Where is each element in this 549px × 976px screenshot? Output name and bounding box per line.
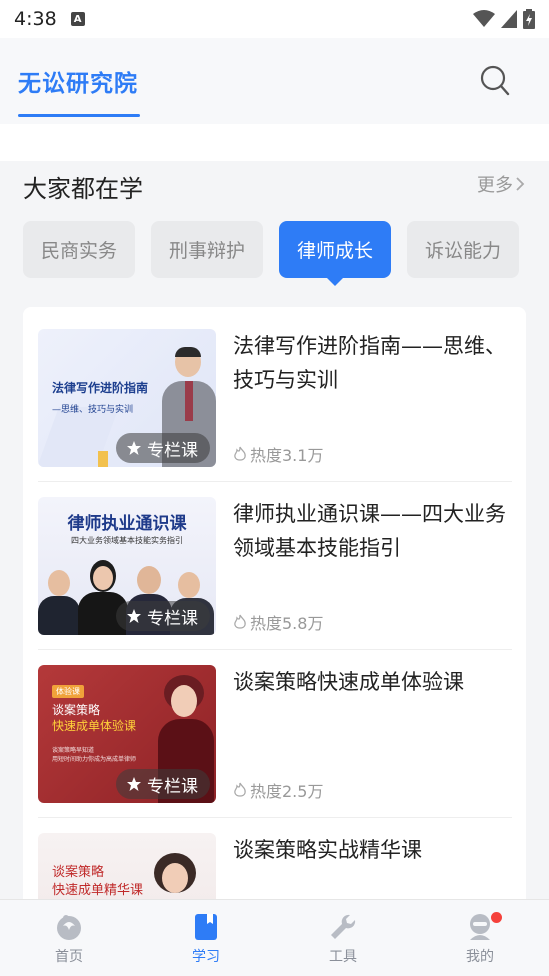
flame-icon [234,446,246,461]
category-tab-lawyer-growth[interactable]: 律师成长 [279,221,391,278]
course-thumbnail: 律师执业通识课 四大业务领域基本技能实务指引 专栏课 [38,497,216,635]
tab-label: 首页 [55,949,83,965]
course-heat: 热度5.8万 [233,610,323,634]
home-icon [57,915,81,940]
thumbnail-title: 谈案策略 [52,865,105,880]
tab-label: 学习 [192,949,220,965]
column-course-badge: 专栏课 [116,769,210,799]
course-title: 谈案策略实战精华课 [233,838,422,862]
course-item[interactable]: 律师执业通识课 四大业务领域基本技能实务指引 专栏课 律师执业通识课——四大业务… [38,497,512,665]
star-icon [127,609,141,623]
thumbnail-title: 法律写作进阶指南 [52,381,149,395]
column-course-badge: 专栏课 [116,433,210,463]
heat-value: 热度5.8万 [250,614,324,633]
thumbnail-note: 谈案策略早知道 [52,747,95,754]
thumbnail-subtitle: 快速成单体验课 [52,719,137,733]
status-bar: 4:38 A [0,0,549,38]
category-tab-litigation-skills[interactable]: 诉讼能力 [407,221,519,278]
top-header: 无讼研究院 [0,38,549,124]
course-thumbnail: 体验课 谈案策略 快速成单体验课 谈案策略早知道 用短时间助力你成为高成单律师 … [38,665,216,803]
tab-label: 我的 [466,949,494,965]
thumbnail-subtitle: 四大业务领域基本技能实务指引 [71,536,183,545]
signal-icon [501,10,517,28]
thumbnail-title: 律师执业通识课 [67,514,187,534]
wrench-icon [331,914,356,939]
active-category-pointer [327,278,343,286]
course-heat: 热度2.5万 [233,778,323,802]
thumbnail-note: 用短时间助力你成为高成单律师 [52,756,137,763]
chevron-right-icon [516,177,525,191]
divider [38,649,512,650]
course-item[interactable]: 法律写作进阶指南 —思维、技巧与实训 专栏课 法律写作进阶指南——思维、技巧与实… [38,329,512,497]
badge-label: 专栏课 [147,608,198,629]
star-icon [127,441,141,455]
thumbnail-tag: 体验课 [52,685,84,698]
thumbnail-subtitle: —思维、技巧与实训 [52,405,134,415]
more-link[interactable]: 更多 [477,171,525,197]
status-icons [473,9,535,29]
flame-icon [234,614,246,629]
tab-tools[interactable]: 工具 [303,912,383,966]
tab-label: 工具 [329,949,357,965]
accessibility-indicator-icon: A [70,12,85,26]
course-title: 法律写作进阶指南——思维、技巧与实训 [233,334,506,392]
heat-value: 热度2.5万 [250,782,324,801]
thumbnail-title: 谈案策略 [52,703,101,717]
course-item[interactable]: 体验课 谈案策略 快速成单体验课 谈案策略早知道 用短时间助力你成为高成单律师 … [38,665,512,833]
section-title: 大家都在学 [23,175,143,203]
course-title: 律师执业通识课——四大业务领域基本技能指引 [233,502,506,560]
thumbnail-subtitle: 快速成单精华课 [52,883,144,898]
wifi-icon [473,10,495,27]
badge-label: 专栏课 [147,776,198,797]
book-icon [195,914,217,940]
status-time: 4:38 [14,8,57,30]
course-thumbnail: 法律写作进阶指南 —思维、技巧与实训 专栏课 [38,329,216,467]
banner-area [0,124,549,161]
popular-section: 大家都在学 更多 民商实务 刑事辩护 律师成长 诉讼能力 法律写作进阶指南 —思… [0,161,549,971]
divider [38,481,512,482]
search-button[interactable] [479,64,511,98]
badge-label: 专栏课 [147,440,198,461]
divider [38,817,512,818]
course-heat: 热度3.1万 [233,442,323,466]
bottom-tab-bar: 首页 学习 工具 我的 [0,899,549,976]
tab-wusong-institute[interactable]: 无讼研究院 [18,64,138,98]
flame-icon [234,782,246,797]
search-icon [480,65,510,96]
column-course-badge: 专栏课 [116,601,210,631]
more-label: 更多 [477,175,513,196]
battery-icon [523,9,535,29]
tab-home[interactable]: 首页 [29,912,109,966]
notification-dot [491,912,502,923]
heat-value: 热度3.1万 [250,446,324,465]
course-list-card: 法律写作进阶指南 —思维、技巧与实训 专栏课 法律写作进阶指南——思维、技巧与实… [23,307,526,971]
active-tab-underline [18,114,140,117]
tab-profile[interactable]: 我的 [440,912,520,966]
course-title: 谈案策略快速成单体验课 [233,670,464,694]
tab-study[interactable]: 学习 [166,912,246,966]
star-icon [127,777,141,791]
category-tab-civil-commercial[interactable]: 民商实务 [23,221,135,278]
category-tab-criminal-defense[interactable]: 刑事辩护 [151,221,263,278]
